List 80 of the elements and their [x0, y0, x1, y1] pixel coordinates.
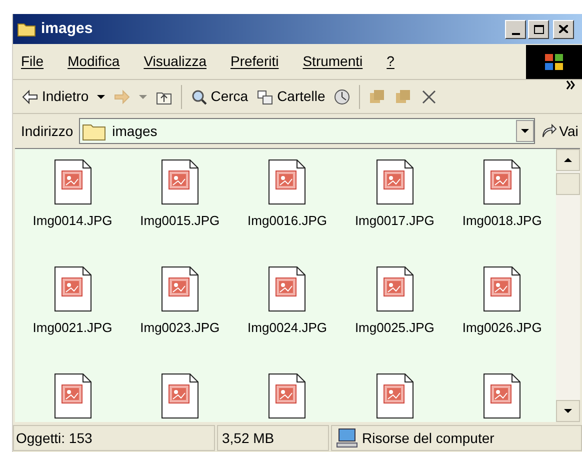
image-file-icon	[483, 373, 522, 419]
file-name: Img0017.JPG	[354, 212, 434, 230]
right-arrow-icon	[112, 88, 131, 104]
object-count: Oggetti: 153	[16, 428, 92, 448]
computer-location: Risorse del computer	[362, 428, 494, 448]
address-label: Indirizzo	[21, 122, 74, 140]
file-name: Img0016.JPG	[248, 212, 328, 230]
file-name: Img0015.JPG	[140, 212, 220, 230]
delete-button[interactable]	[420, 88, 438, 104]
image-file-icon	[376, 266, 414, 312]
image-entry[interactable]: Img0018.JPG	[448, 153, 556, 260]
image-file-icon	[160, 266, 199, 312]
image-file-icon	[268, 373, 306, 419]
folder-icon	[17, 21, 37, 37]
image-entry[interactable]: Img0023.JPG	[126, 260, 234, 367]
file-name: Img0018.JPG	[462, 212, 542, 230]
menu-item[interactable]: Preferiti	[230, 51, 279, 72]
close-button[interactable]	[553, 20, 574, 38]
computer-icon	[336, 428, 358, 448]
left-arrow-icon	[21, 88, 39, 104]
file-name: Img0021.JPG	[32, 319, 112, 337]
history-button[interactable]	[333, 88, 352, 104]
scroll-up-button[interactable]	[556, 149, 580, 171]
close-icon	[559, 25, 568, 33]
image-entry[interactable]: Img0017.JPG	[341, 153, 448, 260]
image-entry[interactable]: Img0014.JPG	[19, 153, 126, 260]
image-file-icon	[483, 159, 522, 205]
image-entry[interactable]: Img0016.JPG	[234, 153, 341, 260]
image-file-icon	[160, 159, 199, 205]
file-name: Img0014.JPG	[32, 212, 112, 230]
total-size: 3,52 MB	[222, 428, 274, 448]
file-name: Img0023.JPG	[140, 319, 220, 337]
address-field[interactable]: images	[79, 118, 536, 144]
scrollbar[interactable]	[556, 149, 580, 422]
minimize-button[interactable]	[505, 20, 526, 38]
search-icon	[190, 88, 208, 104]
image-entry[interactable]: Img0021.JPG	[19, 260, 126, 367]
search-button[interactable]: Cerca	[190, 86, 248, 107]
down-caret-icon	[564, 409, 572, 413]
menu-item[interactable]: Strumenti	[302, 51, 363, 72]
dropdown-button[interactable]	[516, 120, 534, 142]
menu-item[interactable]: Modifica	[68, 51, 120, 72]
image-entry[interactable]: Img0026.JPG	[448, 260, 556, 367]
back-button[interactable]: Indietro	[21, 86, 89, 107]
chevron-icon[interactable]	[566, 80, 576, 90]
windows-flag-icon	[544, 52, 564, 70]
up-caret-icon	[564, 158, 572, 162]
delete-icon	[420, 88, 438, 104]
image-entry[interactable]: Img0015.JPG	[126, 153, 234, 260]
image-entry[interactable]: Img0025.JPG	[341, 260, 448, 367]
scroll-down-button[interactable]	[556, 400, 580, 422]
go-button[interactable]: Vai	[541, 120, 578, 142]
minimize-icon	[512, 32, 520, 34]
curved-arrow-icon	[541, 123, 558, 139]
address-value: images	[112, 122, 158, 141]
file-name: Img0026.JPG	[462, 319, 542, 337]
dropdown-caret-icon[interactable]	[96, 94, 105, 98]
file-name: Img0025.JPG	[354, 319, 434, 337]
window-title: images	[41, 18, 93, 39]
menu-item[interactable]: Visualizza	[144, 51, 206, 72]
folders-button[interactable]: Cartelle	[256, 86, 326, 107]
folders-icon	[256, 88, 274, 104]
menu-item[interactable]: ?	[386, 51, 394, 72]
maximize-button[interactable]	[528, 20, 549, 38]
image-file-icon	[54, 373, 92, 419]
file-name: Img0024.JPG	[248, 319, 328, 337]
image-file-icon	[483, 266, 522, 312]
maximize-icon	[534, 24, 544, 34]
image-file-icon	[376, 159, 414, 205]
image-entry[interactable]: Img0024.JPG	[234, 260, 341, 367]
image-file-icon	[376, 373, 414, 419]
image-file-icon	[160, 373, 199, 419]
scroll-thumb[interactable]	[556, 173, 580, 195]
image-file-icon	[268, 266, 306, 312]
caret-icon	[521, 129, 530, 133]
clock-icon	[333, 88, 352, 104]
image-file-icon	[268, 159, 306, 205]
image-file-icon	[54, 266, 92, 312]
image-file-icon	[54, 159, 92, 205]
menu-item[interactable]: File	[21, 51, 44, 72]
